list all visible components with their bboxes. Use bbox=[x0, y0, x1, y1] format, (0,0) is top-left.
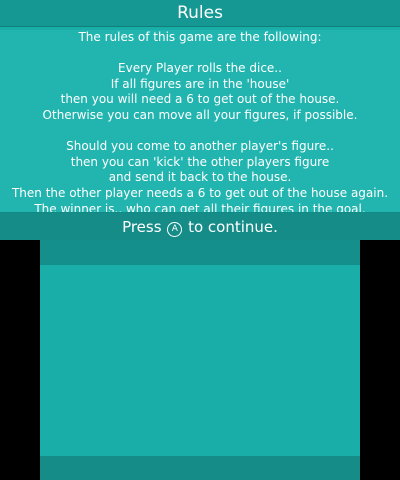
rules-line: then you can 'kick' the other players fi… bbox=[70, 154, 330, 169]
a-button-icon: A bbox=[167, 222, 183, 237]
bottom-footer-band bbox=[40, 456, 360, 480]
rules-title: Rules bbox=[0, 0, 400, 27]
rules-line: then you will need a 6 to get out of the… bbox=[60, 92, 340, 107]
letterbox-left bbox=[0, 240, 40, 480]
rules-text-panel: The rules of this game are the following… bbox=[0, 30, 400, 216]
prompt-text-before: Press bbox=[122, 218, 162, 236]
rules-line bbox=[0, 46, 400, 62]
bottom-touch-area[interactable] bbox=[40, 265, 360, 456]
rules-line: Should you come to another player's figu… bbox=[66, 139, 334, 154]
game-screen: Rules The rules of this game are the fol… bbox=[0, 0, 400, 480]
rules-line: Every Player rolls the dice.. bbox=[118, 61, 282, 76]
bottom-screen[interactable] bbox=[40, 240, 360, 480]
bottom-header-band bbox=[40, 240, 360, 265]
continue-prompt[interactable]: Press A to continue. bbox=[0, 214, 400, 240]
letterbox-right bbox=[360, 240, 400, 480]
top-screen: Rules The rules of this game are the fol… bbox=[0, 0, 400, 240]
rules-line: and send it back to the house. bbox=[108, 170, 292, 185]
rules-line bbox=[0, 124, 400, 140]
rules-line: Then the other player needs a 6 to get o… bbox=[11, 185, 389, 200]
prompt-text-after: to continue. bbox=[188, 218, 278, 236]
rules-line: Otherwise you can move all your figures,… bbox=[42, 107, 358, 122]
rules-line: The rules of this game are the following… bbox=[78, 30, 322, 44]
rules-line: If all figures are in the 'house' bbox=[110, 76, 290, 91]
